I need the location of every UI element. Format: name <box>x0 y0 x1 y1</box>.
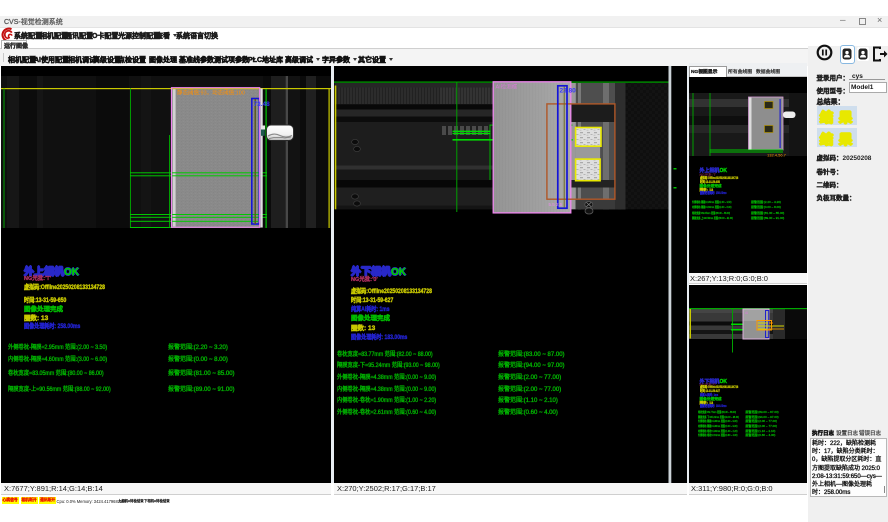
svg-text:AI: AI <box>745 311 748 315</box>
svg-text:AI检测框: AI检测框 <box>495 83 517 91</box>
svg-text:静态阈值:93，动态阈值:100: 静态阈值:93，动态阈值:100 <box>177 89 245 97</box>
svg-text:73.48: 73.48 <box>254 101 271 108</box>
svg-text:132.4,56.7: 132.4,56.7 <box>767 153 787 158</box>
svg-text:23.80: 23.80 <box>559 88 576 95</box>
svg-text:5.5 2.5: 5.5 2.5 <box>548 202 562 207</box>
